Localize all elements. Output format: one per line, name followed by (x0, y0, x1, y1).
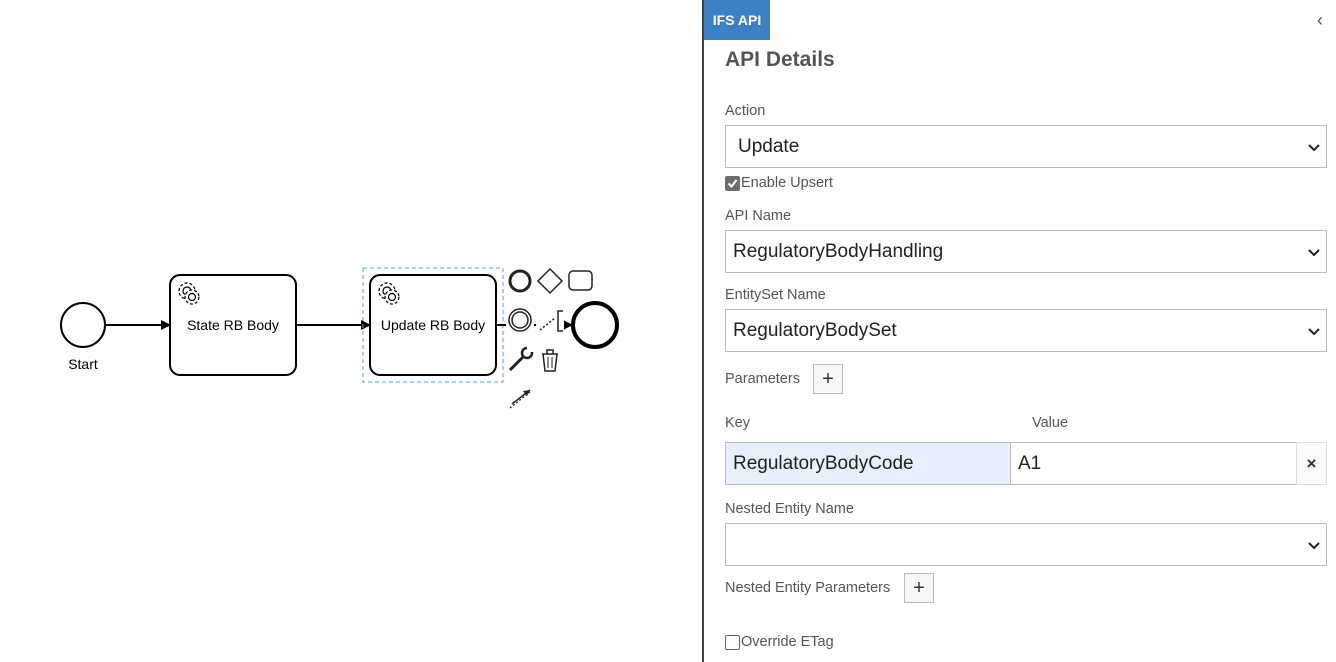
start-event[interactable] (60, 302, 106, 348)
nested-entity-name-select[interactable] (725, 523, 1327, 566)
parameters-label: Parameters (725, 371, 800, 387)
gateway-icon[interactable] (536, 267, 564, 296)
enable-upsert-row: Enable Upsert (725, 175, 833, 191)
override-etag-checkbox[interactable] (725, 634, 740, 650)
value-column-header: Value (1032, 415, 1069, 431)
chevron-down-icon (1308, 249, 1320, 257)
text-annotation-icon[interactable] (536, 306, 564, 334)
collapse-panel-icon[interactable]: ‹ (1310, 10, 1330, 30)
task-label: Update RB Body (381, 317, 485, 333)
api-name-label: API Name (725, 208, 792, 224)
intermediate-event-icon[interactable] (506, 306, 534, 334)
checkmark-icon (727, 178, 738, 188)
chevron-down-icon (1308, 144, 1320, 152)
task-icon[interactable] (566, 268, 594, 296)
end-event[interactable] (571, 301, 619, 349)
enable-upsert-label: Enable Upsert (741, 175, 833, 191)
end-event-icon[interactable] (506, 268, 534, 296)
remove-parameter-button[interactable]: × (1296, 442, 1327, 485)
nested-entity-parameters-label: Nested Entity Parameters (725, 580, 891, 596)
add-parameter-button[interactable]: + (813, 364, 843, 394)
bpmn-diagram: Start State RB Body Update RB Body (60, 267, 619, 412)
parameter-key-input[interactable]: RegulatoryBodyCode (725, 442, 1011, 485)
action-label: Action (725, 103, 766, 119)
entityset-name-select[interactable]: RegulatoryBodySet (725, 309, 1327, 352)
key-column-header: Key (725, 415, 750, 431)
task-label: State RB Body (187, 317, 279, 333)
tab-ifs-api[interactable]: IFS API (704, 0, 770, 40)
enable-upsert-checkbox[interactable] (725, 175, 740, 191)
entityset-name-label: EntitySet Name (725, 287, 826, 303)
connect-arrow-icon[interactable] (506, 384, 534, 412)
nested-entity-name-label: Nested Entity Name (725, 501, 854, 517)
start-event-label: Start (68, 356, 98, 372)
bpmn-canvas[interactable]: Start State RB Body Update RB Body (0, 0, 702, 662)
chevron-down-icon (1308, 542, 1320, 550)
panel-heading: API Details (725, 48, 835, 71)
parameter-value-input[interactable]: A1 (1010, 442, 1297, 485)
api-name-select[interactable]: RegulatoryBodyHandling (725, 230, 1327, 273)
override-etag-row: Override ETag (725, 634, 834, 650)
override-etag-label: Override ETag (741, 634, 834, 650)
properties-panel: IFS API ‹ API Details Action Update Enab… (702, 0, 1336, 662)
entityset-name-select-value: RegulatoryBodySet (733, 319, 897, 341)
add-nested-parameter-button[interactable]: + (904, 573, 934, 603)
chevron-down-icon (1308, 328, 1320, 336)
api-name-select-value: RegulatoryBodyHandling (733, 240, 944, 262)
action-select[interactable]: Update (725, 125, 1327, 168)
wrench-icon[interactable] (506, 346, 534, 374)
trash-icon[interactable] (536, 346, 564, 374)
action-select-value: Update (738, 135, 800, 157)
